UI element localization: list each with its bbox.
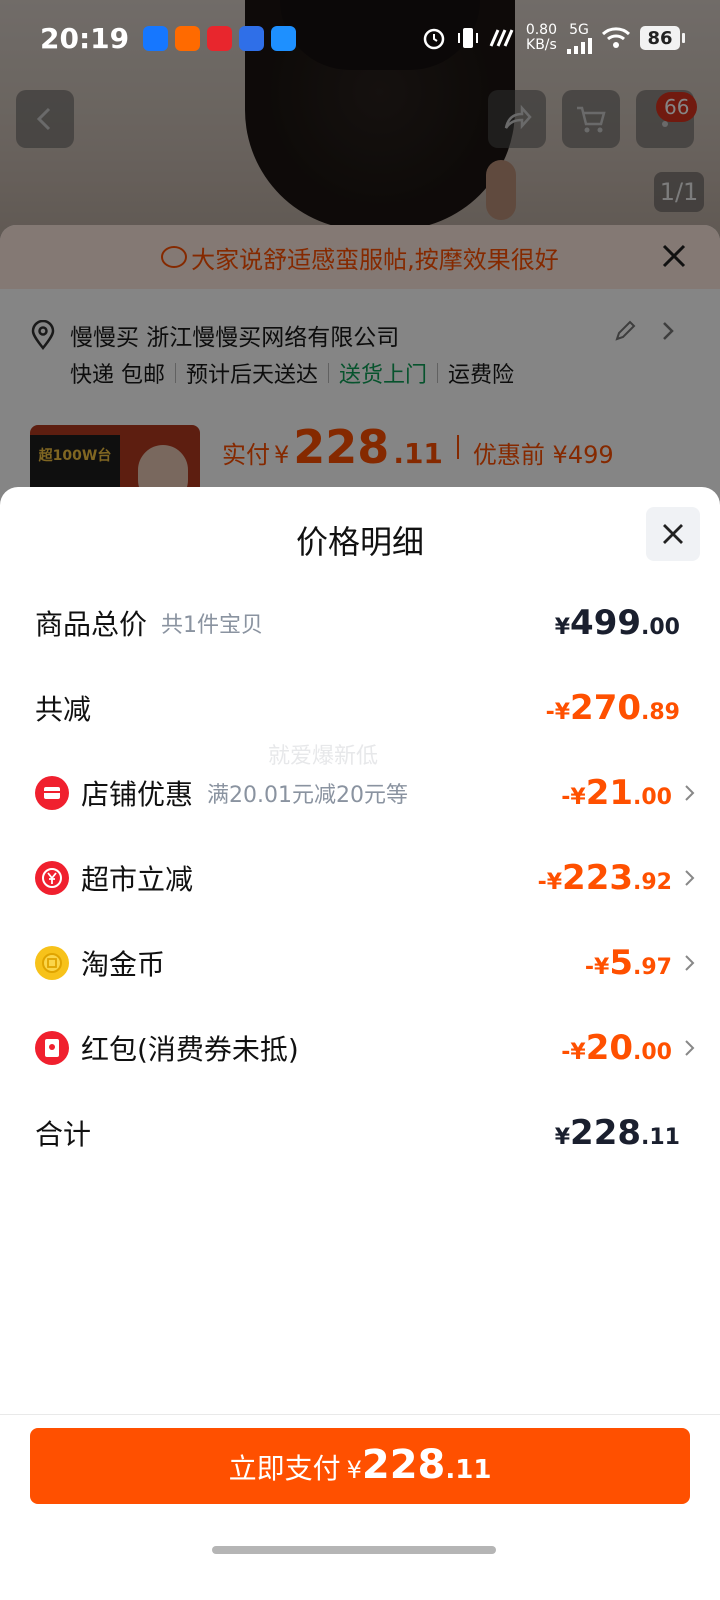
network-type: 5G (569, 21, 589, 38)
amount-int: 223 (562, 858, 634, 898)
battery-indicator: 86 (640, 26, 685, 50)
amount-currency: -¥ (545, 700, 571, 725)
signal-icon (567, 37, 592, 54)
price-row-total: 商品总价 共1件宝贝 ¥499.00 (35, 593, 680, 653)
amount-dec: .00 (633, 1040, 672, 1065)
row-label: 共减 (35, 693, 92, 726)
red-envelope-icon (35, 1031, 69, 1065)
close-button[interactable] (646, 507, 700, 561)
app-notification-icon (175, 25, 201, 51)
clock: 20:19 (40, 21, 130, 55)
home-indicator[interactable] (212, 1546, 496, 1554)
amount-int: 228 (570, 1113, 642, 1153)
price-row-supermarket-discount[interactable]: 超市立减 -¥ 223.92 (35, 848, 695, 908)
pay-int: 228 (361, 1442, 446, 1488)
row-sub: 共1件宝贝 (161, 613, 264, 638)
amount-dec: .00 (633, 785, 672, 810)
divider (0, 1414, 720, 1415)
chevron-right-icon (685, 870, 695, 886)
row-amount: ¥499.00 (555, 603, 680, 643)
amount-currency: -¥ (561, 785, 586, 810)
price-row-gold-coin[interactable]: 淘金币 -¥ 5.97 (35, 933, 695, 993)
app-notification-icon (143, 25, 169, 51)
amount-int: 5 (609, 943, 634, 983)
row-label: 店铺优惠 (81, 778, 194, 811)
amount-dec: .97 (633, 955, 672, 980)
amount-currency: -¥ (537, 870, 563, 895)
vibrate-icon (457, 28, 478, 48)
row-amount: -¥ 5.97 (585, 943, 672, 983)
amount-dec: .92 (633, 870, 672, 895)
amount-currency: -¥ (561, 1040, 586, 1065)
amount-dec: .89 (641, 700, 680, 725)
amount-dec: .00 (641, 615, 680, 640)
pay-dec: .11 (445, 1455, 492, 1485)
sheet-title: 价格明细 (295, 523, 424, 561)
status-bar: 20:19 0.80 KB/s 5G 86 (0, 0, 720, 76)
chevron-right-icon (685, 955, 695, 971)
row-amount: ¥228.11 (555, 1113, 680, 1153)
app-notification-icon (271, 25, 297, 51)
amount-dec: .11 (641, 1125, 680, 1150)
amount-currency: ¥ (554, 1125, 571, 1150)
yuan-coin-icon (35, 861, 69, 895)
row-label: 超市立减 (81, 863, 194, 896)
amount-int: 270 (570, 688, 642, 728)
row-label: 淘金币 (81, 948, 166, 981)
row-amount: -¥ 223.92 (538, 858, 672, 898)
row-label: 商品总价 (35, 608, 148, 641)
chevron-right-icon (685, 1040, 695, 1056)
net-speed-value: 0.80 (525, 22, 557, 38)
row-amount: -¥ 20.00 (561, 1028, 672, 1068)
amount-int: 499 (570, 603, 642, 643)
price-row-total-discount: 共减 -¥ 270.89 (35, 678, 680, 738)
app-notification-icon (207, 25, 233, 51)
signal-block: 5G (566, 21, 592, 54)
price-row-grand-total: 合计 ¥228.11 (35, 1103, 680, 1163)
alarm-icon (423, 28, 445, 50)
amount-currency: -¥ (584, 955, 610, 980)
network-speed: 0.80 KB/s (526, 23, 557, 53)
row-amount: -¥ 270.89 (546, 688, 680, 728)
pay-label: 立即支付 (228, 1452, 341, 1485)
network-speed-icon (489, 29, 514, 47)
row-label: 红包(消费券未抵) (81, 1033, 299, 1066)
row-sub: 满20.01元减20元等 (207, 783, 408, 808)
net-speed-unit: KB/s (526, 37, 557, 53)
price-row-store-discount[interactable]: 店铺优惠 满20.01元减20元等 -¥ 21.00 (35, 763, 695, 823)
amount-currency: ¥ (554, 615, 571, 640)
gold-coin-icon (35, 946, 69, 980)
row-label: 合计 (35, 1118, 92, 1151)
amount-int: 20 (585, 1028, 634, 1068)
pay-now-button[interactable]: 立即支付 ¥ 228 .11 (30, 1428, 690, 1504)
wifi-icon (601, 27, 631, 48)
store-coupon-icon (35, 776, 69, 810)
price-row-red-envelope[interactable]: 红包(消费券未抵) -¥ 20.00 (35, 1018, 695, 1078)
close-icon (663, 524, 683, 544)
row-amount: -¥ 21.00 (561, 773, 672, 813)
amount-int: 21 (585, 773, 634, 813)
pay-currency: ¥ (346, 1456, 362, 1484)
chevron-right-icon (685, 785, 695, 801)
app-notification-icon (239, 25, 265, 51)
